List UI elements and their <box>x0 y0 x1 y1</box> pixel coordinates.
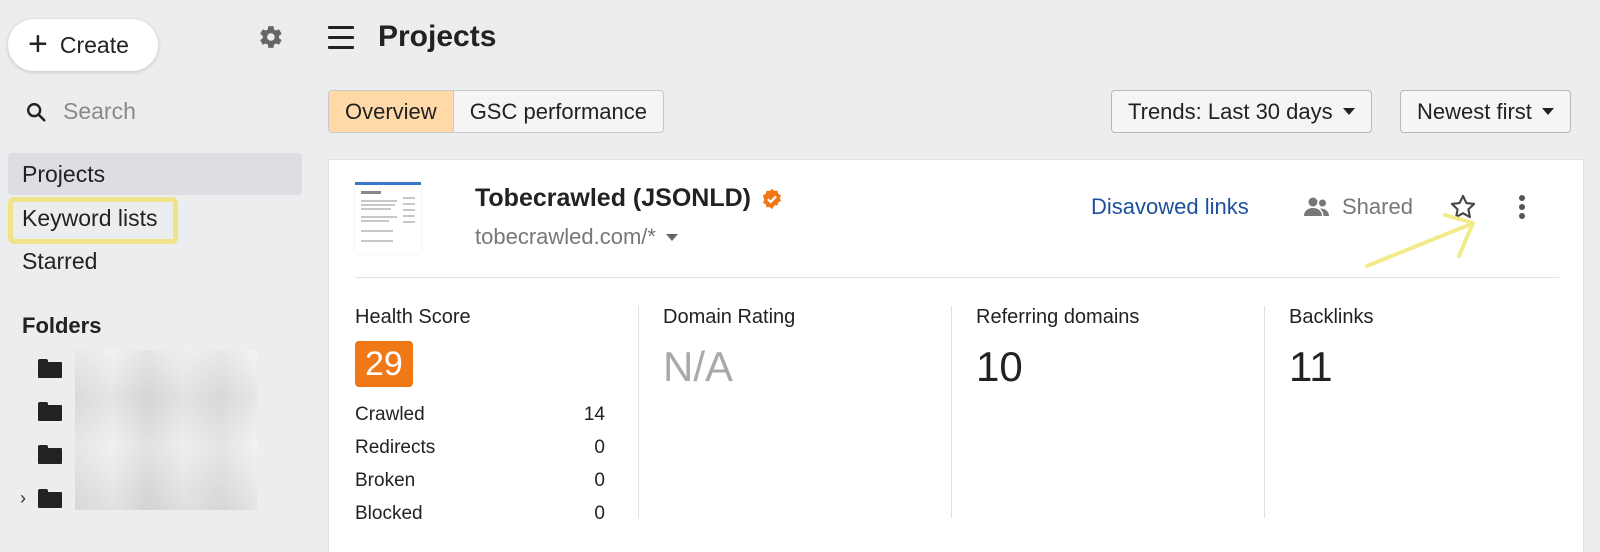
stat-label: Redirects <box>355 437 436 458</box>
trends-dropdown[interactable]: Trends: Last 30 days <box>1111 90 1372 133</box>
domain-rating-metric: Domain Rating N/A <box>663 306 795 391</box>
caret-down-icon <box>665 233 678 241</box>
folder-icon <box>38 402 62 421</box>
sidebar-item-starred[interactable]: Starred <box>8 240 302 282</box>
create-button[interactable]: + Create <box>8 19 158 71</box>
stat-value: 0 <box>594 437 605 458</box>
folder-item[interactable] <box>20 359 62 378</box>
tab-gsc-performance[interactable]: GSC performance <box>454 91 663 132</box>
tab-overview[interactable]: Overview <box>329 91 454 132</box>
annotation-arrow <box>1365 213 1475 268</box>
referring-domains-metric: Referring domains 10 <box>976 306 1139 391</box>
chevron-right-icon[interactable]: › <box>20 488 38 509</box>
stat-label: Blocked <box>355 503 423 524</box>
stat-label: Crawled <box>355 404 425 425</box>
metric-value: N/A <box>663 343 734 390</box>
stat-value: 0 <box>594 503 605 524</box>
site-thumbnail[interactable] <box>355 182 421 254</box>
trends-label: Trends: Last 30 days <box>1128 98 1333 124</box>
menu-icon[interactable] <box>328 26 354 49</box>
caret-down-icon <box>1541 108 1554 115</box>
blurred-folder-names <box>75 350 257 510</box>
metric-label: Backlinks <box>1289 306 1374 328</box>
search-icon <box>27 102 46 122</box>
metric-label: Health Score <box>355 306 471 328</box>
plus-icon: + <box>28 24 48 63</box>
health-score-badge[interactable]: 29 <box>355 341 413 387</box>
sidebar-item-label: Projects <box>22 160 106 187</box>
folder-item[interactable] <box>20 402 62 421</box>
disavowed-links-link[interactable]: Disavowed links <box>1091 194 1249 220</box>
stat-row-broken[interactable]: Broken 0 <box>355 470 605 492</box>
gear-icon[interactable] <box>258 24 284 50</box>
project-card: Tobecrawled (JSONLD) tobecrawled.com/* D… <box>328 159 1584 552</box>
project-url-dropdown[interactable]: tobecrawled.com/* <box>475 224 678 250</box>
sidebar-item-projects[interactable]: Projects <box>8 153 302 195</box>
folder-item[interactable]: › <box>20 488 62 509</box>
stat-row-crawled[interactable]: Crawled 14 <box>355 404 605 426</box>
more-options-icon[interactable] <box>1519 195 1527 222</box>
highlight-box <box>8 197 178 244</box>
stat-value: 14 <box>583 404 605 425</box>
metric-divider <box>951 306 952 518</box>
sort-label: Newest first <box>1417 98 1532 124</box>
project-name[interactable]: Tobecrawled (JSONLD) <box>475 184 783 213</box>
caret-down-icon <box>1342 108 1355 115</box>
backlinks-metric: Backlinks 11 <box>1289 306 1373 391</box>
metric-value[interactable]: 11 <box>1289 343 1373 391</box>
folders-heading: Folders <box>22 313 102 338</box>
card-divider <box>355 277 1559 278</box>
folder-item[interactable] <box>20 445 62 464</box>
view-tabs: Overview GSC performance <box>328 90 664 133</box>
sidebar-search[interactable]: Search <box>25 98 136 125</box>
stat-row-blocked[interactable]: Blocked 0 <box>355 503 605 525</box>
sidebar-item-label: Starred <box>22 247 98 274</box>
folder-icon <box>38 445 62 464</box>
metric-label: Domain Rating <box>663 306 796 328</box>
sort-dropdown[interactable]: Newest first <box>1400 90 1571 133</box>
page-title: Projects <box>378 20 497 53</box>
search-placeholder: Search <box>63 98 136 124</box>
folder-icon <box>38 359 62 378</box>
metric-value[interactable]: 10 <box>976 343 1139 391</box>
verified-badge-icon <box>762 188 781 209</box>
metric-label: Referring domains <box>976 306 1140 328</box>
stat-row-redirects[interactable]: Redirects 0 <box>355 437 605 459</box>
stat-value: 0 <box>594 470 605 491</box>
folder-icon <box>38 489 62 508</box>
create-label: Create <box>59 31 129 58</box>
stat-label: Broken <box>355 470 416 491</box>
metric-divider <box>638 306 639 518</box>
health-score-metric: Health Score 29 <box>355 306 471 387</box>
metric-divider <box>1264 306 1265 518</box>
users-icon <box>1304 197 1329 216</box>
